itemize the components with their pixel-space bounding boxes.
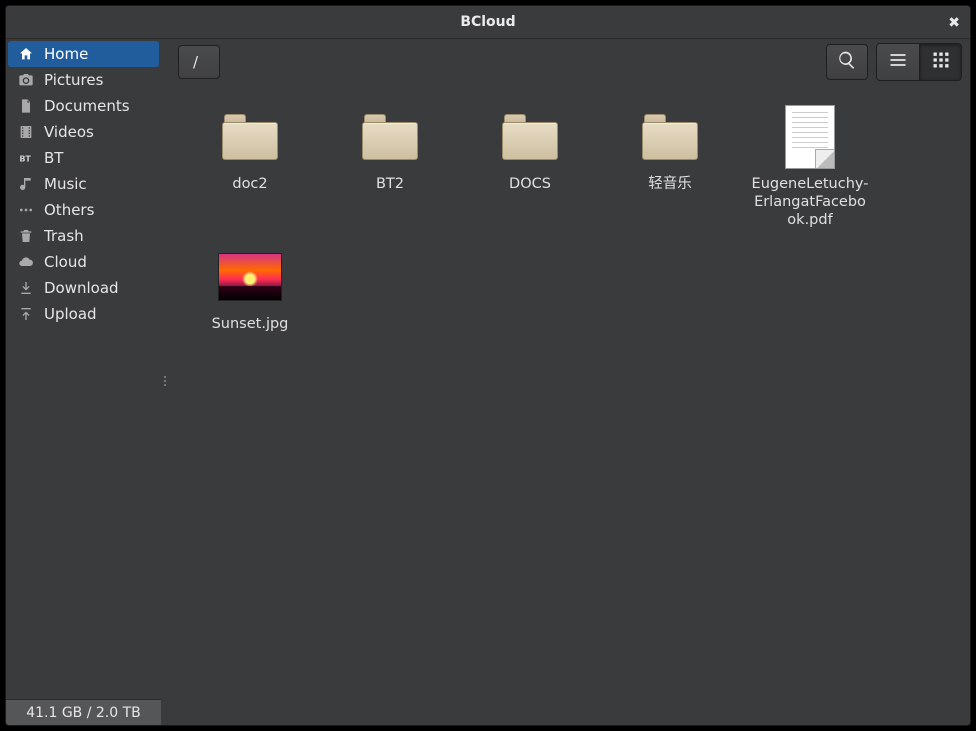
sidebar-item-pictures[interactable]: Pictures — [8, 67, 159, 93]
dots-icon — [18, 202, 34, 218]
sidebar-item-label: BT — [44, 148, 63, 168]
sidebar-item-label: Pictures — [44, 70, 103, 90]
window-close-button[interactable]: ✖ — [948, 6, 960, 39]
path-breadcrumb[interactable]: / — [178, 45, 220, 79]
sidebar-item-trash[interactable]: Trash — [8, 223, 159, 249]
main-pane: / — [170, 39, 970, 725]
file-label: EugeneLetuchy-ErlangatFacebook.pdf — [750, 175, 870, 229]
folder-icon — [502, 114, 558, 160]
search-icon — [837, 50, 857, 74]
sidebar-item-label: Upload — [44, 304, 97, 324]
search-button[interactable] — [826, 44, 868, 80]
titlebar: BCloud ✖ — [6, 6, 970, 39]
storage-text: 41.1 GB / 2.0 TB — [26, 705, 141, 721]
download-icon — [18, 280, 34, 296]
file-label: Sunset.jpg — [212, 315, 289, 333]
sidebar-item-cloud[interactable]: Cloud — [8, 249, 159, 275]
sidebar-item-bt[interactable]: BT BT — [8, 145, 159, 171]
sidebar-item-label: Trash — [44, 226, 84, 246]
window-title: BCloud — [460, 14, 515, 30]
sidebar-item-download[interactable]: Download — [8, 275, 159, 301]
file-thumb — [638, 105, 702, 169]
view-toggle-group — [876, 43, 962, 81]
sidebar-item-upload[interactable]: Upload — [8, 301, 159, 327]
sidebar-item-label: Music — [44, 174, 87, 194]
upload-icon — [18, 306, 34, 322]
app-window: BCloud ✖ HomePicturesDocumentsVideosBTBT… — [5, 5, 971, 726]
file-grid: doc2 BT2 DOCS 轻音乐 EugeneLetuchy-ErlangatFace… — [180, 99, 960, 343]
toolbar: / — [170, 39, 970, 85]
file-item[interactable]: BT2 — [320, 99, 460, 239]
folder-icon — [362, 114, 418, 160]
storage-status: 41.1 GB / 2.0 TB — [6, 699, 161, 725]
grid-icon — [931, 50, 951, 74]
file-item[interactable]: EugeneLetuchy-ErlangatFacebook.pdf — [740, 99, 880, 239]
file-thumb — [778, 105, 842, 169]
path-text: / — [193, 53, 198, 71]
camera-icon — [18, 72, 34, 88]
music-icon — [18, 176, 34, 192]
list-icon — [888, 50, 908, 74]
sidebar-item-label: Documents — [44, 96, 130, 116]
file-label: 轻音乐 — [648, 175, 692, 193]
sidebar-item-documents[interactable]: Documents — [8, 93, 159, 119]
sidebar-item-label: Cloud — [44, 252, 87, 272]
sidebar-list: Home Pictures Documents Videos BT BT Music Othe… — [6, 39, 161, 699]
file-label: BT2 — [376, 175, 404, 193]
svg-text:BT: BT — [19, 154, 31, 163]
sidebar-item-label: Others — [44, 200, 94, 220]
file-area: doc2 BT2 DOCS 轻音乐 EugeneLetuchy-ErlangatFace… — [170, 85, 970, 725]
file-item[interactable]: DOCS — [460, 99, 600, 239]
cloud-icon — [18, 254, 34, 270]
file-item[interactable]: Sunset.jpg — [180, 239, 320, 343]
grid-view-button[interactable] — [919, 44, 961, 80]
sidebar-item-videos[interactable]: Videos — [8, 119, 159, 145]
pane-splitter[interactable] — [161, 39, 170, 725]
file-item[interactable]: doc2 — [180, 99, 320, 239]
list-view-button[interactable] — [877, 44, 919, 80]
folder-icon — [642, 114, 698, 160]
sidebar-item-music[interactable]: Music — [8, 171, 159, 197]
sidebar-item-home[interactable]: Home — [8, 41, 159, 67]
file-label: DOCS — [509, 175, 551, 193]
image-thumbnail — [218, 253, 282, 301]
home-icon — [18, 46, 34, 62]
sidebar-item-label: Videos — [44, 122, 94, 142]
pdf-icon — [785, 105, 835, 169]
document-icon — [18, 98, 34, 114]
sidebar-item-label: Home — [44, 44, 88, 64]
sidebar-item-label: Download — [44, 278, 119, 298]
file-thumb — [358, 105, 422, 169]
bt-icon: BT — [18, 150, 34, 166]
film-icon — [18, 124, 34, 140]
sidebar-item-others[interactable]: Others — [8, 197, 159, 223]
file-thumb — [498, 105, 562, 169]
file-item[interactable]: 轻音乐 — [600, 99, 740, 239]
file-label: doc2 — [232, 175, 267, 193]
file-thumb — [218, 105, 282, 169]
trash-icon — [18, 228, 34, 244]
folder-icon — [222, 114, 278, 160]
file-thumb — [218, 245, 282, 309]
sidebar: Home Pictures Documents Videos BT BT Music Othe… — [6, 39, 161, 725]
